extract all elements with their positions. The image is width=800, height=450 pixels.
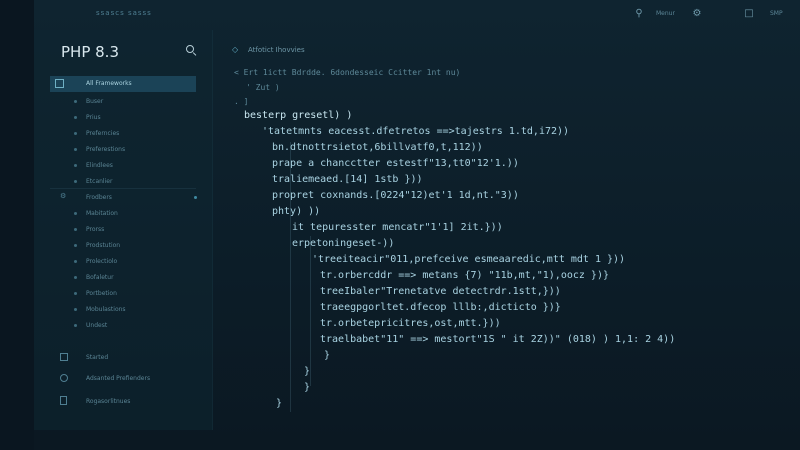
gear-icon: ⚙ bbox=[60, 192, 67, 200]
sidebar-item-label: Preferncies bbox=[86, 130, 120, 137]
sidebar-item[interactable]: ⚙ Frodbers bbox=[50, 190, 197, 206]
code-line: ' Zut ) bbox=[246, 83, 280, 92]
sidebar-item-label: Etcanlier bbox=[86, 178, 113, 185]
bullet-icon bbox=[74, 260, 77, 263]
sidebar-item[interactable]: Portbetion bbox=[50, 286, 196, 302]
code-line: tr.orbetepricitres,ost,mtt.})) bbox=[320, 318, 501, 329]
window-title: ssascs sasss bbox=[96, 9, 152, 17]
sidebar-item[interactable]: Prorss bbox=[50, 222, 196, 238]
sidebar-item[interactable]: Mabitation bbox=[50, 206, 196, 222]
code-line: traeegpgorltet.dfecop lllb:,dicticto })} bbox=[320, 302, 561, 313]
code-line: < Ert 1ictt Bdrdde. 6dondesseic Ccitter … bbox=[234, 68, 461, 77]
sidebar-item-label: Frodbers bbox=[86, 194, 112, 201]
bullet-icon bbox=[74, 244, 77, 247]
bullet-icon bbox=[74, 164, 77, 167]
sidebar-item-label: Undest bbox=[86, 322, 108, 329]
search-icon[interactable]: ⚲ bbox=[632, 7, 646, 21]
circle-icon bbox=[60, 374, 68, 382]
bullet-icon bbox=[74, 180, 77, 183]
sidebar-item[interactable]: Bofaletur bbox=[50, 270, 196, 286]
sidebar-item[interactable]: Prius bbox=[50, 110, 196, 126]
sidebar-item-label: Mabitation bbox=[86, 210, 118, 217]
sidebar-item-label: Buser bbox=[86, 98, 104, 105]
sidebar-item[interactable]: Mobulastions bbox=[50, 302, 196, 318]
sidebar-item[interactable]: Preferestions bbox=[50, 142, 196, 158]
sidebar-item-label: Started bbox=[86, 354, 109, 361]
bullet-icon bbox=[74, 132, 77, 135]
code-line: tr.orbercddr ==> metans {7) "11b,mt,"1),… bbox=[320, 270, 609, 281]
code-line: } bbox=[276, 398, 283, 409]
code-line: traliemeaed.[14] 1stb })) bbox=[272, 174, 423, 185]
code-line: propret coxnands.[0224"12)et'1 1d,nt."3)… bbox=[272, 190, 519, 201]
search-icon-handle bbox=[192, 52, 197, 57]
sidebar-item[interactable]: Prodstution bbox=[50, 238, 196, 254]
code-line: bn.dtnottrsietot,6billvatf0,t,112)) bbox=[272, 142, 483, 153]
sidebar-item-label: Bofaletur bbox=[86, 274, 114, 281]
sidebar-item-label: Prodstution bbox=[86, 242, 121, 249]
code-line: } bbox=[304, 382, 311, 393]
editor-tab[interactable]: Atfotict Ihovvies bbox=[248, 46, 305, 54]
sidebar-item-label: Preferestions bbox=[86, 146, 126, 153]
code-line: it tepuresster mencatr"1'1] 2it.})) bbox=[292, 222, 503, 233]
code-line: treeIbaler"Trenetatve detectrdr.1stt,})) bbox=[320, 286, 561, 297]
document-icon bbox=[60, 396, 67, 405]
sidebar-item-label: Prorss bbox=[86, 226, 105, 233]
sidebar-item-label: Rogasorlitnues bbox=[86, 398, 131, 405]
sidebar-item[interactable]: Preferncies bbox=[50, 126, 196, 142]
code-line: 'tatetmnts eacesst.dfetretos ==>tajestrs… bbox=[262, 126, 570, 137]
sidebar-item-label: Elindlees bbox=[86, 162, 113, 169]
sidebar-item-label: Adsanted Prefienders bbox=[86, 375, 151, 382]
code-line: prape a chancctter estestf"13,tt0"12'1.)… bbox=[272, 158, 519, 169]
sidebar: PHP 8.3 All Frameworks Buser Prius Prefe… bbox=[34, 30, 213, 430]
code-line: traelbabet"11" ==> mestort"1S " it 2Z))"… bbox=[320, 334, 676, 345]
expand-dot-icon[interactable] bbox=[194, 196, 197, 199]
sidebar-item-all-frameworks[interactable]: All Frameworks bbox=[50, 76, 196, 92]
indent-guide bbox=[310, 236, 311, 386]
sidebar-title: PHP 8.3 bbox=[61, 43, 119, 61]
bullet-icon bbox=[74, 228, 77, 231]
code-line: } bbox=[304, 366, 311, 377]
app-window: ssascs sasss ⚲ Menur ⚙ □ SMP PHP 8.3 All… bbox=[34, 0, 800, 450]
sidebar-item-label: All Frameworks bbox=[86, 80, 132, 87]
bullet-icon bbox=[74, 308, 77, 311]
calendar-icon bbox=[60, 353, 68, 361]
bullet-icon bbox=[74, 100, 77, 103]
sidebar-item-label: Portbetion bbox=[86, 290, 117, 297]
code-editor[interactable]: ◇ Atfotict Ihovvies < Ert 1ictt Bdrdde. … bbox=[232, 36, 792, 416]
settings-icon[interactable]: ⚙ bbox=[690, 7, 704, 21]
folder-icon bbox=[55, 79, 64, 88]
code-line: besterp gresetl) ) bbox=[244, 110, 353, 121]
sidebar-footer-started[interactable]: Started bbox=[50, 350, 196, 366]
window-icon[interactable]: □ bbox=[742, 7, 756, 21]
user-label[interactable]: SMP bbox=[770, 10, 783, 17]
sidebar-footer-advanced[interactable]: Adsanted Prefienders bbox=[50, 371, 196, 387]
sidebar-item-label: Prius bbox=[86, 114, 101, 121]
bullet-icon bbox=[74, 276, 77, 279]
code-line: erpetoningeset-)) bbox=[292, 238, 395, 249]
code-line: 'treeiteacir"011,prefceive esmeaaredic,m… bbox=[312, 254, 626, 265]
bullet-icon bbox=[74, 292, 77, 295]
sidebar-item[interactable]: Prolectiolo bbox=[50, 254, 196, 270]
bullet-icon bbox=[74, 148, 77, 151]
sidebar-item[interactable]: Elindlees bbox=[50, 158, 196, 174]
menu-label[interactable]: Menur bbox=[656, 10, 675, 17]
top-bar: ssascs sasss ⚲ Menur ⚙ □ SMP bbox=[34, 0, 800, 30]
sidebar-item-label: Prolectiolo bbox=[86, 258, 118, 265]
search-icon[interactable] bbox=[184, 43, 198, 57]
diamond-icon: ◇ bbox=[232, 45, 239, 54]
bullet-icon bbox=[74, 116, 77, 119]
code-line: phty) )) bbox=[272, 206, 321, 217]
sidebar-divider bbox=[50, 188, 196, 189]
sidebar-item-label: Mobulastions bbox=[86, 306, 126, 313]
bullet-icon bbox=[74, 324, 77, 327]
code-line: . ] bbox=[234, 97, 249, 106]
bullet-icon bbox=[74, 212, 77, 215]
code-line: } bbox=[324, 350, 331, 361]
sidebar-item[interactable]: Undest bbox=[50, 318, 196, 334]
sidebar-item[interactable]: Buser bbox=[50, 94, 196, 110]
sidebar-footer-resources[interactable]: Rogasorlitnues bbox=[50, 394, 196, 410]
